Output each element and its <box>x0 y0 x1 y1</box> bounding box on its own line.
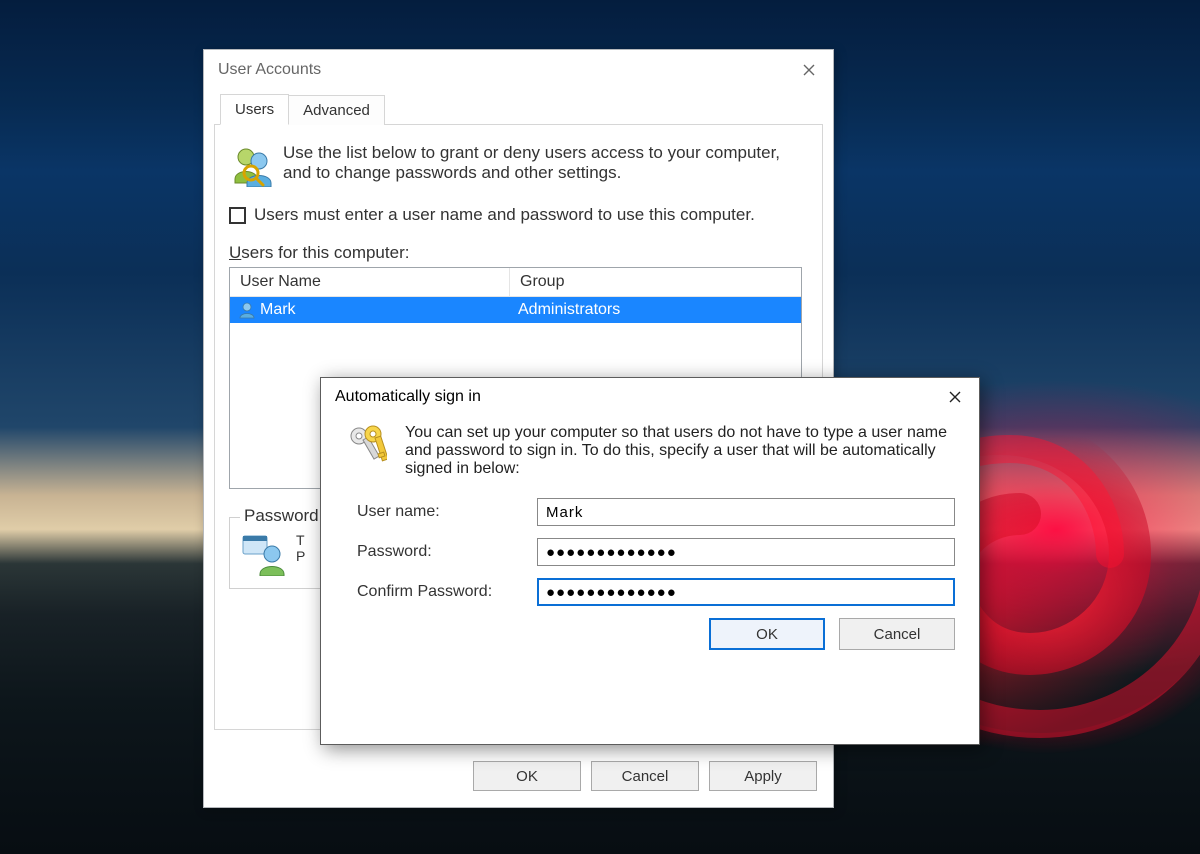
table-row[interactable]: Mark Administrators <box>230 297 801 323</box>
dialog-title: User Accounts <box>218 61 789 79</box>
ok-button[interactable]: OK <box>473 761 581 791</box>
intro-text: Use the list below to grant or deny user… <box>283 143 802 187</box>
child-dialog-title: Automatically sign in <box>335 388 935 406</box>
password-user-icon <box>242 532 286 576</box>
child-titlebar: Automatically sign in <box>321 378 979 416</box>
titlebar: User Accounts <box>204 50 833 90</box>
apply-button[interactable]: Apply <box>709 761 817 791</box>
col-group[interactable]: Group <box>510 268 801 296</box>
tab-advanced[interactable]: Advanced <box>288 95 385 125</box>
password-group-legend: Password f <box>240 506 332 526</box>
user-row-icon <box>238 301 256 319</box>
desktop-wallpaper: User Accounts Users Advanced <box>0 0 1200 854</box>
require-login-checkbox[interactable] <box>229 207 246 224</box>
child-intro-text: You can set up your computer so that use… <box>405 424 955 478</box>
child-cancel-button[interactable]: Cancel <box>839 618 955 650</box>
close-icon <box>803 64 815 76</box>
password-input[interactable] <box>537 538 955 566</box>
tab-advanced-label: Advanced <box>303 102 370 119</box>
username-label: User name: <box>357 503 537 521</box>
users-list-label: Users for this computer: <box>229 243 802 263</box>
cell-username: Mark <box>260 301 296 319</box>
confirm-password-label: Confirm Password: <box>357 583 537 601</box>
confirm-password-input[interactable] <box>537 578 955 606</box>
auto-signin-dialog: Automatically sign in You can set up you… <box>320 377 980 745</box>
tab-users[interactable]: Users <box>220 94 289 125</box>
cell-group: Administrators <box>510 299 628 321</box>
username-input[interactable] <box>537 498 955 526</box>
cancel-button[interactable]: Cancel <box>591 761 699 791</box>
tab-users-label: Users <box>235 101 274 118</box>
grid-header: User Name Group <box>230 268 801 297</box>
close-button[interactable] <box>789 54 829 86</box>
close-icon <box>949 391 961 403</box>
child-close-button[interactable] <box>935 381 975 413</box>
password-group-text: T P <box>296 532 305 564</box>
keys-icon <box>345 424 387 470</box>
users-header-icon <box>229 143 273 187</box>
require-login-label: Users must enter a user name and passwor… <box>254 205 755 225</box>
password-label: Password: <box>357 543 537 561</box>
child-ok-button[interactable]: OK <box>709 618 825 650</box>
col-username[interactable]: User Name <box>230 268 510 296</box>
